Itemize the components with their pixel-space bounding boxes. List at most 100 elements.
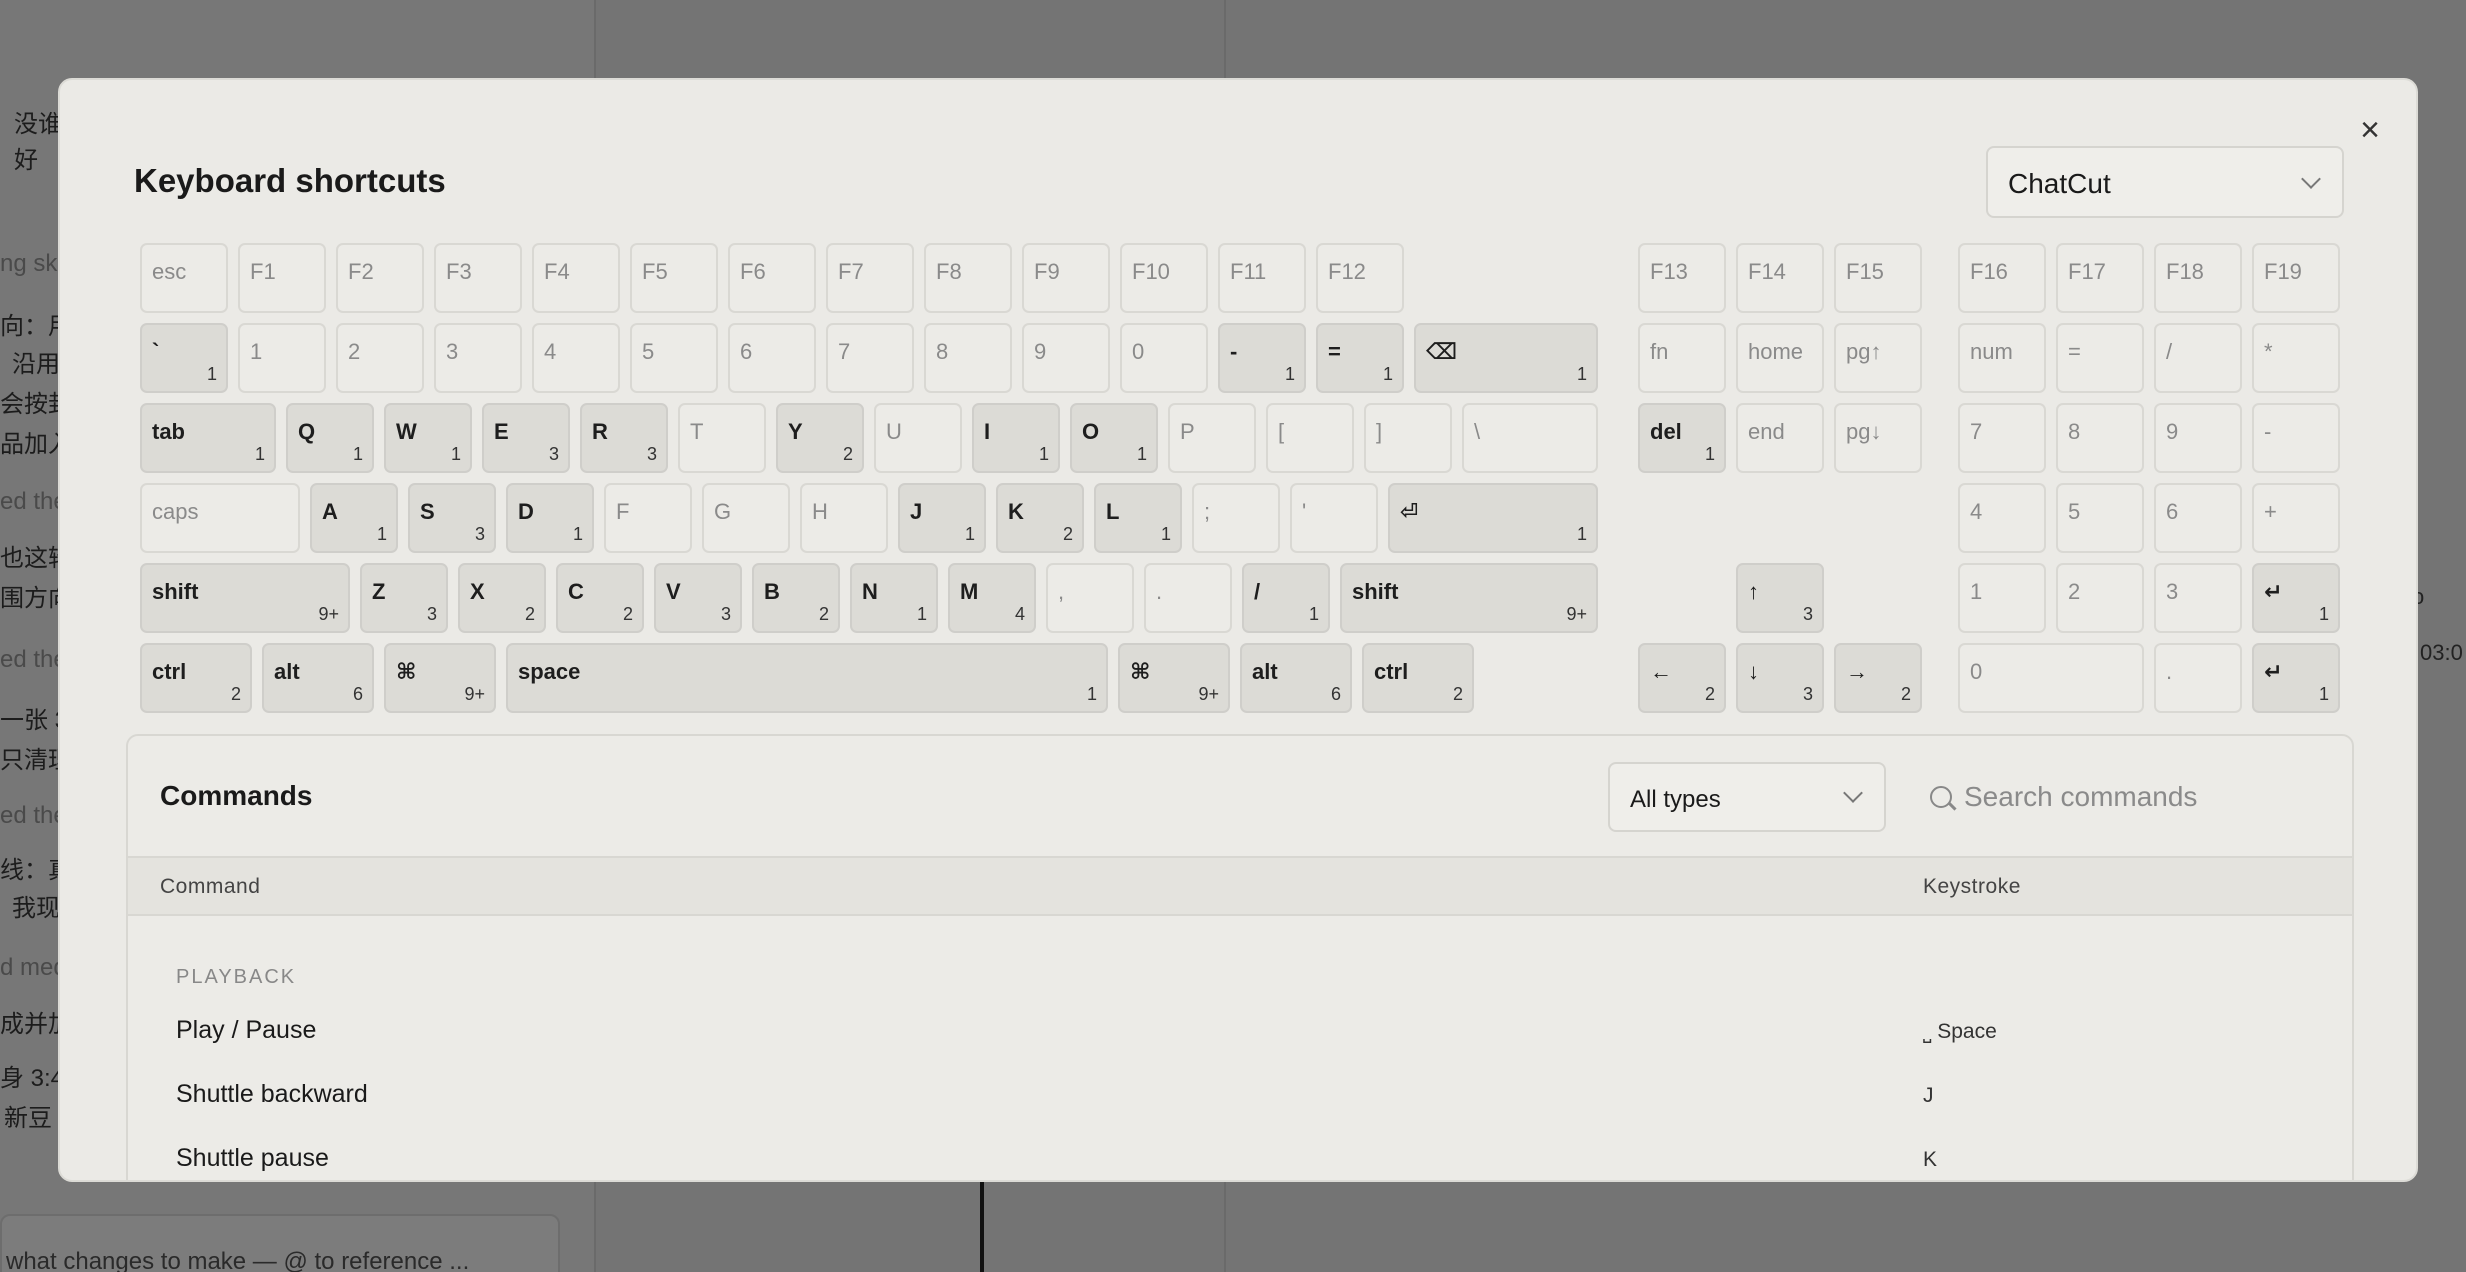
key-102[interactable]: ctrl 2 (1362, 643, 1474, 713)
key-104[interactable]: ↓ 3 (1736, 643, 1824, 713)
key-14[interactable]: F14 (1736, 243, 1824, 313)
key-6[interactable]: F6 (728, 243, 816, 313)
key-62[interactable]: caps (140, 483, 300, 553)
key-28[interactable]: 8 (924, 323, 1012, 393)
table-row[interactable]: Shuttle backward J (128, 1064, 2352, 1128)
key-21[interactable]: 1 (238, 323, 326, 393)
key-31[interactable]: -1 (1218, 323, 1306, 393)
key-23[interactable]: 3 (434, 323, 522, 393)
key-85[interactable]: N1 (850, 563, 938, 633)
key-19[interactable]: F19 (2252, 243, 2340, 313)
table-row[interactable]: Shuttle pause K (128, 1128, 2352, 1180)
key-81[interactable]: X2 (458, 563, 546, 633)
key-63[interactable]: A1 (310, 483, 398, 553)
key-39[interactable]: / (2154, 323, 2242, 393)
key-47[interactable]: Y2 (776, 403, 864, 473)
key-66[interactable]: F (604, 483, 692, 553)
key-2[interactable]: F2 (336, 243, 424, 313)
key-78[interactable]: + (2252, 483, 2340, 553)
key-9[interactable]: F9 (1022, 243, 1110, 313)
key-44[interactable]: E3 (482, 403, 570, 473)
key-88[interactable]: . (1144, 563, 1232, 633)
key-15[interactable]: F15 (1834, 243, 1922, 313)
key-7[interactable]: F7 (826, 243, 914, 313)
key-11[interactable]: F11 (1218, 243, 1306, 313)
key-59[interactable]: 8 (2056, 403, 2144, 473)
key-93[interactable]: 2 (2056, 563, 2144, 633)
search-input[interactable] (1964, 774, 2324, 820)
key-25[interactable]: 5 (630, 323, 718, 393)
key-87[interactable]: , (1046, 563, 1134, 633)
key-29[interactable]: 9 (1022, 323, 1110, 393)
key-12[interactable]: F12 (1316, 243, 1404, 313)
key-50[interactable]: O1 (1070, 403, 1158, 473)
key-45[interactable]: R3 (580, 403, 668, 473)
key-77[interactable]: 6 (2154, 483, 2242, 553)
chat-input[interactable]: what changes to make — @ to reference ..… (0, 1214, 560, 1272)
key-67[interactable]: G (702, 483, 790, 553)
key-106[interactable]: 0 (1958, 643, 2144, 713)
key-4[interactable]: F4 (532, 243, 620, 313)
key-80[interactable]: Z3 (360, 563, 448, 633)
key-96[interactable]: ctrl 2 (140, 643, 252, 713)
key-79[interactable]: shift 9+ (140, 563, 350, 633)
key-1[interactable]: F1 (238, 243, 326, 313)
key-89[interactable]: /1 (1242, 563, 1330, 633)
key-51[interactable]: P (1168, 403, 1256, 473)
key-35[interactable]: home (1736, 323, 1824, 393)
key-103[interactable]: ← 2 (1638, 643, 1726, 713)
key-74[interactable]: ⏎ 1 (1388, 483, 1598, 553)
key-57[interactable]: pg↓ (1834, 403, 1922, 473)
key-16[interactable]: F16 (1958, 243, 2046, 313)
key-32[interactable]: = 1 (1316, 323, 1404, 393)
key-55[interactable]: del 1 (1638, 403, 1726, 473)
key-91[interactable]: ↑ 3 (1736, 563, 1824, 633)
key-98[interactable]: ⌘ 9+ (384, 643, 496, 713)
key-82[interactable]: C2 (556, 563, 644, 633)
key-101[interactable]: alt 6 (1240, 643, 1352, 713)
key-5[interactable]: F5 (630, 243, 718, 313)
key-99[interactable]: space 1 (506, 643, 1108, 713)
key-40[interactable]: * (2252, 323, 2340, 393)
key-65[interactable]: D1 (506, 483, 594, 553)
key-94[interactable]: 3 (2154, 563, 2242, 633)
key-17[interactable]: F17 (2056, 243, 2144, 313)
key-69[interactable]: J1 (898, 483, 986, 553)
key-20[interactable]: ` 1 (140, 323, 228, 393)
key-60[interactable]: 9 (2154, 403, 2242, 473)
search-box[interactable] (1918, 762, 2338, 832)
type-filter-select[interactable]: All types (1608, 762, 1886, 832)
key-56[interactable]: end (1736, 403, 1824, 473)
key-86[interactable]: M4 (948, 563, 1036, 633)
key-0[interactable]: esc (140, 243, 228, 313)
key-72[interactable]: ; (1192, 483, 1280, 553)
key-90[interactable]: shift 9+ (1340, 563, 1598, 633)
key-92[interactable]: 1 (1958, 563, 2046, 633)
key-70[interactable]: K2 (996, 483, 1084, 553)
key-37[interactable]: num (1958, 323, 2046, 393)
key-83[interactable]: V3 (654, 563, 742, 633)
key-13[interactable]: F13 (1638, 243, 1726, 313)
key-108[interactable]: ↵ 1 (2252, 643, 2340, 713)
key-84[interactable]: B2 (752, 563, 840, 633)
key-8[interactable]: F8 (924, 243, 1012, 313)
key-97[interactable]: alt 6 (262, 643, 374, 713)
key-30[interactable]: 0 (1120, 323, 1208, 393)
key-46[interactable]: T (678, 403, 766, 473)
key-100[interactable]: ⌘ 9+ (1118, 643, 1230, 713)
key-107[interactable]: . (2154, 643, 2242, 713)
key-24[interactable]: 4 (532, 323, 620, 393)
key-43[interactable]: W1 (384, 403, 472, 473)
key-48[interactable]: U (874, 403, 962, 473)
key-27[interactable]: 7 (826, 323, 914, 393)
key-73[interactable]: ' (1290, 483, 1378, 553)
key-64[interactable]: S3 (408, 483, 496, 553)
key-26[interactable]: 6 (728, 323, 816, 393)
key-58[interactable]: 7 (1958, 403, 2046, 473)
key-68[interactable]: H (800, 483, 888, 553)
key-36[interactable]: pg↑ (1834, 323, 1922, 393)
key-75[interactable]: 4 (1958, 483, 2046, 553)
key-33[interactable]: ⌫ 1 (1414, 323, 1598, 393)
key-34[interactable]: fn (1638, 323, 1726, 393)
key-71[interactable]: L1 (1094, 483, 1182, 553)
